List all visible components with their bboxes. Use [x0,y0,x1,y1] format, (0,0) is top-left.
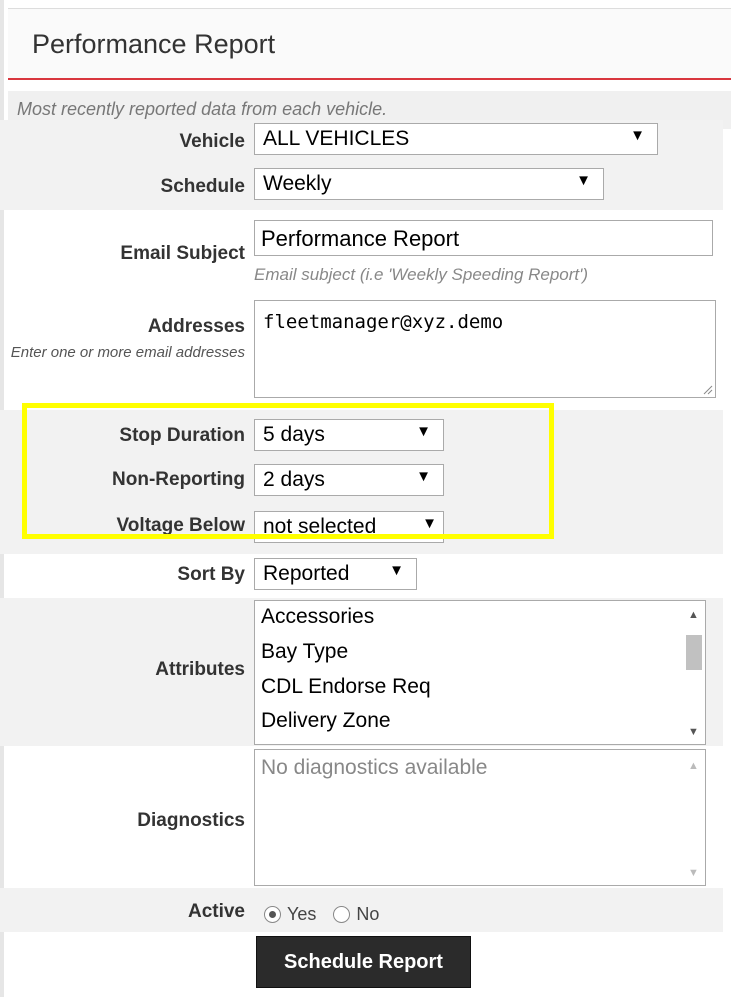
schedule-select[interactable]: Weekly ▼ [254,168,604,200]
vehicle-row: Vehicle ALL VEHICLES ▼ [0,120,723,158]
dropdown-arrow-icon: ▼ [576,172,591,189]
scroll-up-icon[interactable]: ▲ [688,760,699,772]
email-subject-row: Email Subject Performance Report Email s… [0,210,723,300]
vehicle-label: Vehicle [179,131,246,152]
diagnostics-scrollbar[interactable]: ▲ ▼ [683,750,705,885]
dropdown-arrow-icon: ▼ [630,127,645,144]
schedule-report-button[interactable]: Schedule Report [256,936,471,988]
active-no-radio[interactable] [333,905,351,923]
email-subject-hint: Email subject (i.e 'Weekly Speeding Repo… [254,265,589,284]
addresses-value: fleetmanager@xyz.demo [263,311,504,333]
vehicle-value: ALL VEHICLES [263,127,410,150]
resize-handle-icon[interactable] [701,383,713,395]
scrollbar-thumb[interactable] [686,635,702,670]
list-item[interactable]: Accessories [261,605,374,629]
active-yes-radio[interactable] [264,905,281,923]
schedule-value: Weekly [263,172,332,195]
attributes-scrollbar[interactable]: ▲ ▼ [683,601,705,744]
active-label: Active [187,901,245,922]
diagnostics-placeholder: No diagnostics available [261,756,488,779]
vehicle-select[interactable]: ALL VEHICLES ▼ [254,123,658,155]
scroll-down-icon[interactable]: ▼ [688,867,699,879]
active-yes-label[interactable]: Yes [287,904,316,924]
list-item[interactable]: Delivery Zone [261,709,391,733]
addresses-sublabel: Enter one or more email addresses [10,344,245,361]
list-item[interactable]: Bay Type [261,640,348,664]
dropdown-arrow-icon: ▼ [389,562,404,579]
sort-by-select[interactable]: Reported ▼ [254,558,417,590]
email-subject-label: Email Subject [120,243,245,264]
sort-by-row: Sort By Reported ▼ [0,554,723,598]
subtitle: Most recently reported data from each ve… [17,99,388,119]
attributes-label: Attributes [155,659,245,680]
list-item[interactable]: CDL Endorse Req [261,675,431,699]
schedule-label: Schedule [160,176,245,197]
schedule-row: Schedule Weekly ▼ [0,158,723,210]
addresses-textarea[interactable]: fleetmanager@xyz.demo [254,300,716,398]
attributes-row: Attributes Accessories Bay Type CDL Endo… [0,598,723,746]
active-row: Active Yes No [0,888,723,932]
header-accent-line [8,78,731,80]
page-title: Performance Report [32,29,276,59]
panel-header: Performance Report [8,9,731,78]
diagnostics-label: Diagnostics [137,810,245,831]
scroll-up-icon[interactable]: ▲ [688,609,699,621]
addresses-label: Addresses [147,316,245,337]
active-no-label[interactable]: No [356,904,379,924]
diagnostics-listbox[interactable]: No diagnostics available ▲ ▼ [254,749,706,886]
email-subject-value: Performance Report [261,226,460,251]
addresses-row: Addresses Enter one or more email addres… [0,300,723,405]
diagnostics-row: Diagnostics No diagnostics available ▲ ▼ [0,746,723,888]
active-radio-group: Yes No [264,903,391,925]
sort-by-value: Reported [263,562,350,585]
sort-by-label: Sort By [177,564,245,585]
attributes-listbox[interactable]: Accessories Bay Type CDL Endorse Req Del… [254,600,706,745]
highlight-box [22,403,554,539]
email-subject-input[interactable]: Performance Report [254,220,713,256]
scroll-down-icon[interactable]: ▼ [688,726,699,738]
